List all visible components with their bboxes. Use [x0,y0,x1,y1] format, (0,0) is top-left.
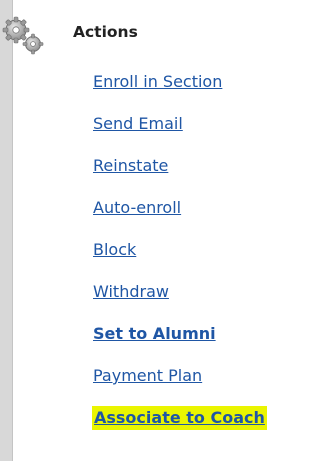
action-item: Set to Alumni [92,322,267,364]
action-item: Auto-enroll [92,196,267,238]
action-item: Enroll in Section [92,70,267,112]
action-item: Reinstate [92,154,267,196]
action-item: Withdraw [92,280,267,322]
payment-plan-link[interactable]: Payment Plan [92,366,203,385]
actions-panel: Actions Enroll in Section Send Email Reins… [0,0,303,461]
action-item: Block [92,238,267,280]
withdraw-link[interactable]: Withdraw [92,282,170,301]
gears-icon [2,16,44,55]
action-item: Associate to Coach [92,406,267,448]
actions-list: Enroll in Section Send Email Reinstate Auto… [92,70,267,448]
block-link[interactable]: Block [92,240,137,259]
associate-to-coach-link[interactable]: Associate to Coach [92,406,267,430]
action-item: Payment Plan [92,364,267,406]
action-item: Send Email [92,112,267,154]
send-email-link[interactable]: Send Email [92,114,184,133]
auto-enroll-link[interactable]: Auto-enroll [92,198,182,217]
reinstate-link[interactable]: Reinstate [92,156,169,175]
enroll-in-section-link[interactable]: Enroll in Section [92,72,223,91]
actions-heading: Actions [73,23,138,41]
set-to-alumni-link[interactable]: Set to Alumni [92,324,217,343]
left-rail [0,0,13,461]
